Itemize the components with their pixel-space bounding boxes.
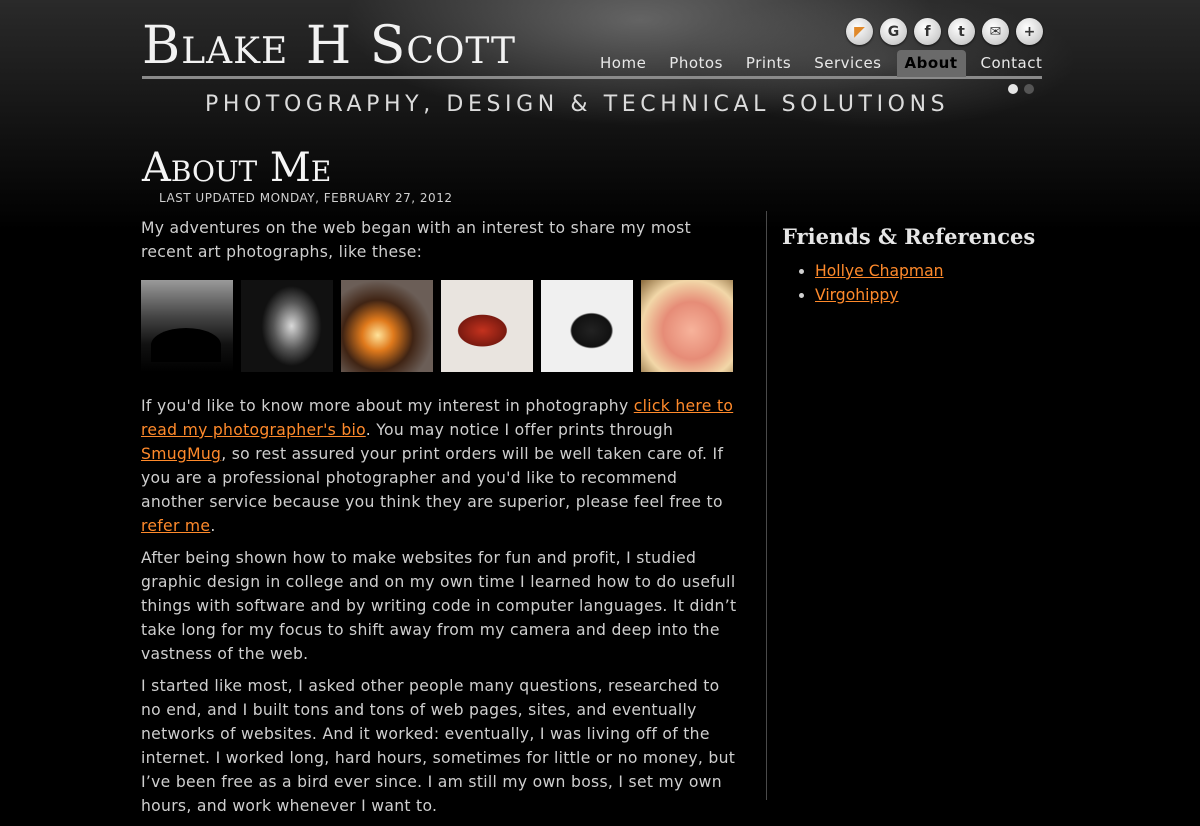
thumbnail-sculpture[interactable] bbox=[541, 280, 633, 372]
facebook-glyph: f bbox=[924, 23, 931, 40]
text-span: . You may notice I offer prints through bbox=[365, 421, 674, 439]
main-content: My adventures on the web began with an i… bbox=[141, 216, 739, 826]
thumbnail-abstract[interactable] bbox=[341, 280, 433, 372]
nav-home[interactable]: Home bbox=[592, 50, 654, 77]
facebook-icon[interactable]: f bbox=[914, 18, 941, 45]
photography-paragraph: If you'd like to know more about my inte… bbox=[141, 394, 739, 538]
plus-glyph: + bbox=[1023, 23, 1036, 40]
thumbnail-peppers[interactable] bbox=[441, 280, 533, 372]
slider-dot-1[interactable] bbox=[1008, 84, 1018, 94]
rss-glyph: ◤ bbox=[854, 23, 865, 40]
plus-icon[interactable]: + bbox=[1016, 18, 1043, 45]
thumbnail-landscape[interactable] bbox=[141, 280, 233, 372]
reference-link-virgohippy[interactable]: Virgohippy bbox=[815, 286, 898, 304]
refer-me-link[interactable]: refer me bbox=[141, 517, 210, 535]
text-span: If you'd like to know more about my inte… bbox=[141, 397, 634, 415]
list-item: Hollye Chapman bbox=[815, 259, 1082, 283]
smugmug-link[interactable]: SmugMug bbox=[141, 445, 221, 463]
google-icon[interactable]: G bbox=[880, 18, 907, 45]
web-paragraph: After being shown how to make websites f… bbox=[141, 549, 737, 663]
nav-photos[interactable]: Photos bbox=[661, 50, 731, 77]
nav-prints[interactable]: Prints bbox=[738, 50, 799, 77]
nav-services[interactable]: Services bbox=[806, 50, 889, 77]
last-updated: Last updated Monday, February 27, 2012 bbox=[159, 191, 453, 205]
career-paragraph: I started like most, I asked other peopl… bbox=[141, 677, 736, 815]
column-divider bbox=[766, 211, 767, 800]
sidebar-title: Friends & References bbox=[782, 224, 1036, 249]
reference-link-hollye[interactable]: Hollye Chapman bbox=[815, 262, 944, 280]
site-title[interactable]: Blake H Scott bbox=[142, 14, 516, 78]
thumbnail-portrait[interactable] bbox=[241, 280, 333, 372]
references-list: Hollye Chapman Virgohippy bbox=[782, 259, 1082, 307]
nav-about[interactable]: About bbox=[896, 50, 966, 77]
photo-thumbnails bbox=[141, 280, 739, 372]
google-glyph: G bbox=[887, 23, 900, 40]
slider-dots bbox=[1008, 84, 1034, 94]
slider-dot-2[interactable] bbox=[1024, 84, 1034, 94]
text-span: , so rest assured your print orders will… bbox=[141, 445, 724, 511]
thumbnail-rose[interactable] bbox=[641, 280, 733, 372]
page-title: About Me bbox=[142, 145, 332, 191]
email-glyph: ✉ bbox=[989, 23, 1002, 40]
tagline: PHOTOGRAPHY, DESIGN & TECHNICAL SOLUTION… bbox=[205, 92, 950, 117]
email-icon[interactable]: ✉ bbox=[982, 18, 1009, 45]
twitter-glyph: t bbox=[958, 23, 965, 40]
twitter-icon[interactable]: t bbox=[948, 18, 975, 45]
social-links: ◤ G f t ✉ + bbox=[846, 18, 1043, 45]
sidebar: Friends & References Hollye Chapman Virg… bbox=[782, 224, 1082, 307]
list-item: Virgohippy bbox=[815, 283, 1082, 307]
intro-paragraph: My adventures on the web began with an i… bbox=[141, 219, 692, 261]
nav-contact[interactable]: Contact bbox=[973, 50, 1051, 77]
main-nav: Home Photos Prints Services About Contac… bbox=[592, 50, 1057, 77]
rss-icon[interactable]: ◤ bbox=[846, 18, 873, 45]
text-span: . bbox=[210, 517, 216, 535]
